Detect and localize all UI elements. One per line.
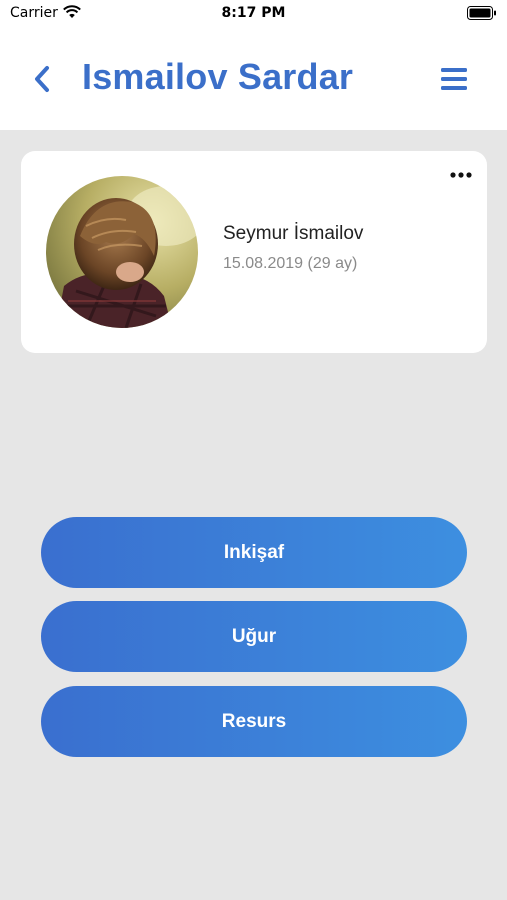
status-time: 8:17 PM: [221, 5, 286, 21]
success-button-label: Uğur: [231, 625, 277, 647]
more-horizontal-icon[interactable]: [449, 165, 473, 185]
app-header: Ismailov Sardar: [0, 26, 507, 130]
battery-icon: [467, 6, 496, 20]
success-button[interactable]: Uğur: [41, 601, 467, 672]
development-button-label: Inkişaf: [223, 541, 285, 563]
page-title: Ismailov Sardar: [82, 56, 354, 97]
profile-card[interactable]: Seymur İsmailov 15.08.2019 (29 ay): [21, 151, 487, 353]
resource-button[interactable]: Resurs: [41, 686, 467, 757]
hamburger-menu-icon[interactable]: [440, 66, 468, 92]
status-bar: Carrier 8:17 PM: [0, 0, 507, 26]
avatar: [46, 176, 198, 328]
development-button[interactable]: Inkişaf: [41, 517, 467, 588]
avatar-photo: [46, 176, 198, 328]
child-name: Seymur İsmailov: [223, 223, 364, 244]
child-birth-date: 15.08.2019 (29 ay): [223, 255, 358, 272]
chevron-left-icon[interactable]: [30, 64, 54, 94]
resource-button-label: Resurs: [221, 710, 287, 732]
